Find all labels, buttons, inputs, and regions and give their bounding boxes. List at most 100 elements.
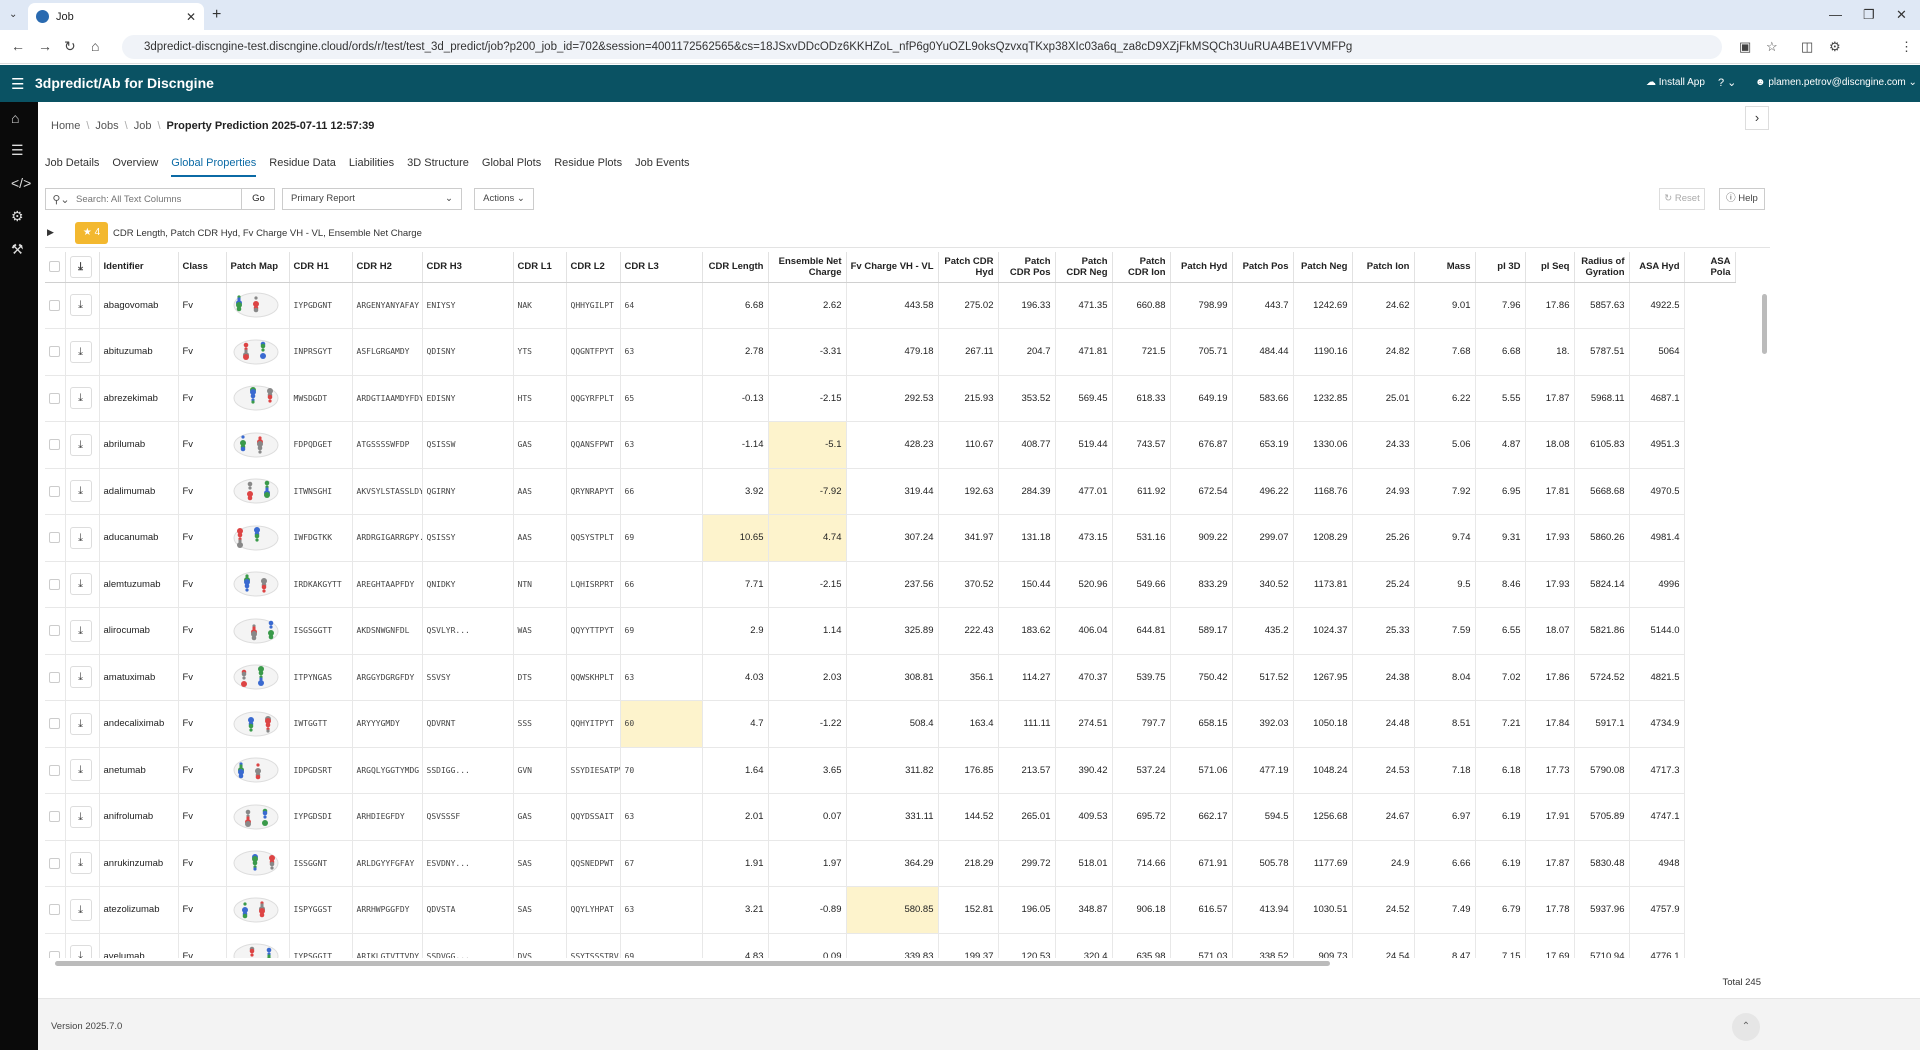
column-header[interactable]: Identifier [99, 252, 179, 283]
download-header[interactable]: ⤓ [65, 252, 100, 283]
tab-overview[interactable]: Overview [112, 157, 158, 177]
tab-residue-plots[interactable]: Residue Plots [554, 157, 622, 177]
breadcrumb-jobs[interactable]: Jobs [95, 120, 118, 132]
identifier-cell[interactable]: amatuximab [99, 654, 179, 701]
row-select-cell[interactable] [45, 561, 66, 608]
identifier-cell[interactable]: anetumab [99, 747, 179, 794]
minimize-icon[interactable]: — [1829, 7, 1842, 22]
forward-icon[interactable]: → [38, 38, 52, 54]
download-icon[interactable]: ⤓ [69, 619, 92, 642]
column-header[interactable]: Patch Map [226, 252, 290, 283]
column-header[interactable]: Patch Ion [1352, 252, 1415, 283]
column-header[interactable]: CDR L1 [513, 252, 567, 283]
column-header[interactable]: Patch CDR Ion [1112, 252, 1171, 283]
identifier-cell[interactable]: anrukinzumab [99, 840, 179, 887]
horizontal-scrollbar[interactable] [45, 960, 1760, 968]
column-header[interactable]: Class [178, 252, 227, 283]
download-icon[interactable]: ⤓ [69, 480, 92, 503]
close-window-icon[interactable]: ✕ [1896, 7, 1907, 23]
patch-map-thumbnail[interactable] [226, 886, 290, 934]
row-checkbox[interactable] [49, 718, 60, 730]
column-header[interactable]: CDR H1 [289, 252, 353, 283]
identifier-cell[interactable]: abrezekimab [99, 375, 179, 422]
app-title[interactable]: 3dpredict/Ab for Discngine [35, 75, 214, 91]
identifier-cell[interactable]: atezolizumab [99, 886, 179, 934]
row-select-cell[interactable] [45, 654, 66, 701]
patch-map-thumbnail[interactable] [226, 700, 290, 748]
row-select-cell[interactable] [45, 282, 66, 329]
help-button[interactable]: ⓘ Help [1719, 188, 1765, 210]
table-row[interactable]: ⤓ andecaliximab Fv IWTGGTT ARYYYGMDY QDVRNT SS… [45, 700, 1735, 748]
download-icon[interactable]: ⤓ [69, 666, 92, 689]
table-row[interactable]: ⤓ abagovomab Fv IYPGDGNT ARGENYANYAFAY ENIYSY… [45, 282, 1735, 329]
install-icon[interactable]: ▣ [1739, 39, 1751, 55]
identifier-cell[interactable]: abituzumab [99, 328, 179, 376]
row-checkbox[interactable] [49, 950, 60, 958]
home-icon[interactable]: ⌂ [91, 38, 99, 54]
column-header[interactable]: Patch Neg [1293, 252, 1353, 283]
row-checkbox[interactable] [49, 485, 60, 497]
download-icon[interactable]: ⤓ [69, 805, 92, 828]
identifier-cell[interactable]: abagovomab [99, 282, 179, 329]
column-header[interactable]: Patch Pos [1232, 252, 1294, 283]
report-select[interactable]: Primary Report ⌄ [282, 188, 462, 210]
identifier-cell[interactable]: aducanumab [99, 514, 179, 562]
vertical-scrollbar[interactable] [1761, 286, 1769, 954]
download-icon[interactable]: ⤓ [69, 898, 92, 921]
row-checkbox[interactable] [49, 857, 60, 869]
table-row[interactable]: ⤓ abituzumab Fv INPRSGYT ASFLGRGAMDY QDISNY YT… [45, 328, 1735, 376]
download-icon[interactable]: ⤓ [69, 340, 92, 363]
column-header[interactable]: CDR H3 [422, 252, 514, 283]
table-row[interactable]: ⤓ anrukinzumab Fv ISSGGNT ARLDGYYFGFAY ESVDNY… [45, 840, 1735, 887]
column-header[interactable]: ASA Pola [1684, 252, 1736, 283]
column-header[interactable]: Patch Hyd [1170, 252, 1233, 283]
download-all-icon[interactable]: ⤓ [69, 255, 92, 278]
reset-button[interactable]: ↻ Reset [1659, 188, 1705, 210]
row-select-cell[interactable] [45, 607, 66, 655]
tab-search-icon[interactable]: ⌄ [9, 9, 17, 20]
actions-button[interactable]: Actions ⌄ [474, 188, 534, 210]
row-select-cell[interactable] [45, 421, 66, 469]
row-select-cell[interactable] [45, 840, 66, 887]
tab-job-events[interactable]: Job Events [635, 157, 689, 177]
patch-map-thumbnail[interactable] [226, 328, 290, 376]
column-header[interactable]: pI 3D [1475, 252, 1526, 283]
code-nav-icon[interactable]: </> [11, 175, 31, 191]
help-menu-button[interactable]: ? ⌄ [1718, 76, 1736, 89]
download-icon[interactable]: ⤓ [69, 387, 92, 410]
row-select-cell[interactable] [45, 700, 66, 748]
table-row[interactable]: ⤓ abrezekimab Fv MWSDGDT ARDGTIAAMDYFDY EDISN… [45, 375, 1735, 422]
table-row[interactable]: ⤓ adalimumab Fv ITWNSGHI AKVSYLSTASSLDY QGIRN… [45, 468, 1735, 515]
translate-icon[interactable]: ◫ [1801, 39, 1813, 55]
identifier-cell[interactable]: alemtuzumab [99, 561, 179, 608]
table-row[interactable]: ⤓ alemtuzumab Fv IRDKAKGYTT AREGHTAAPFDY QNID… [45, 561, 1735, 608]
go-button[interactable]: Go [241, 189, 275, 209]
address-bar[interactable]: 3dpredict-discngine-test.discngine.cloud… [122, 35, 1722, 59]
row-checkbox[interactable] [49, 299, 60, 311]
vertical-scroll-thumb[interactable] [1762, 294, 1767, 354]
search-input[interactable] [76, 193, 226, 205]
back-icon[interactable]: ← [11, 38, 25, 54]
row-checkbox[interactable] [49, 764, 60, 776]
home-nav-icon[interactable]: ⌂ [11, 110, 19, 126]
table-row[interactable]: ⤓ abrilumab Fv FDPQDGET ATGSSSSWFDP QSISSW GAS… [45, 421, 1735, 469]
column-header[interactable]: Patch CDR Hyd [938, 252, 999, 283]
restore-icon[interactable]: ❐ [1863, 7, 1875, 23]
patch-map-thumbnail[interactable] [226, 933, 290, 958]
row-checkbox[interactable] [49, 346, 60, 358]
patch-map-thumbnail[interactable] [226, 514, 290, 562]
download-icon[interactable]: ⤓ [69, 945, 92, 958]
row-checkbox[interactable] [49, 578, 60, 590]
tab-global-properties[interactable]: Global Properties [171, 157, 257, 177]
column-header[interactable]: Fv Charge VH - VL [846, 252, 939, 283]
row-checkbox[interactable] [49, 625, 60, 637]
row-checkbox[interactable] [49, 811, 60, 823]
new-tab-icon[interactable]: + [212, 6, 221, 24]
identifier-cell[interactable]: andecaliximab [99, 700, 179, 748]
tab-global-plots[interactable]: Global Plots [482, 157, 541, 177]
column-header[interactable]: pI Seq [1525, 252, 1575, 283]
row-select-cell[interactable] [45, 886, 66, 934]
search-icon[interactable]: ⚲⌄ [46, 193, 76, 206]
tab-job-details[interactable]: Job Details [45, 157, 99, 177]
row-checkbox[interactable] [49, 392, 60, 404]
